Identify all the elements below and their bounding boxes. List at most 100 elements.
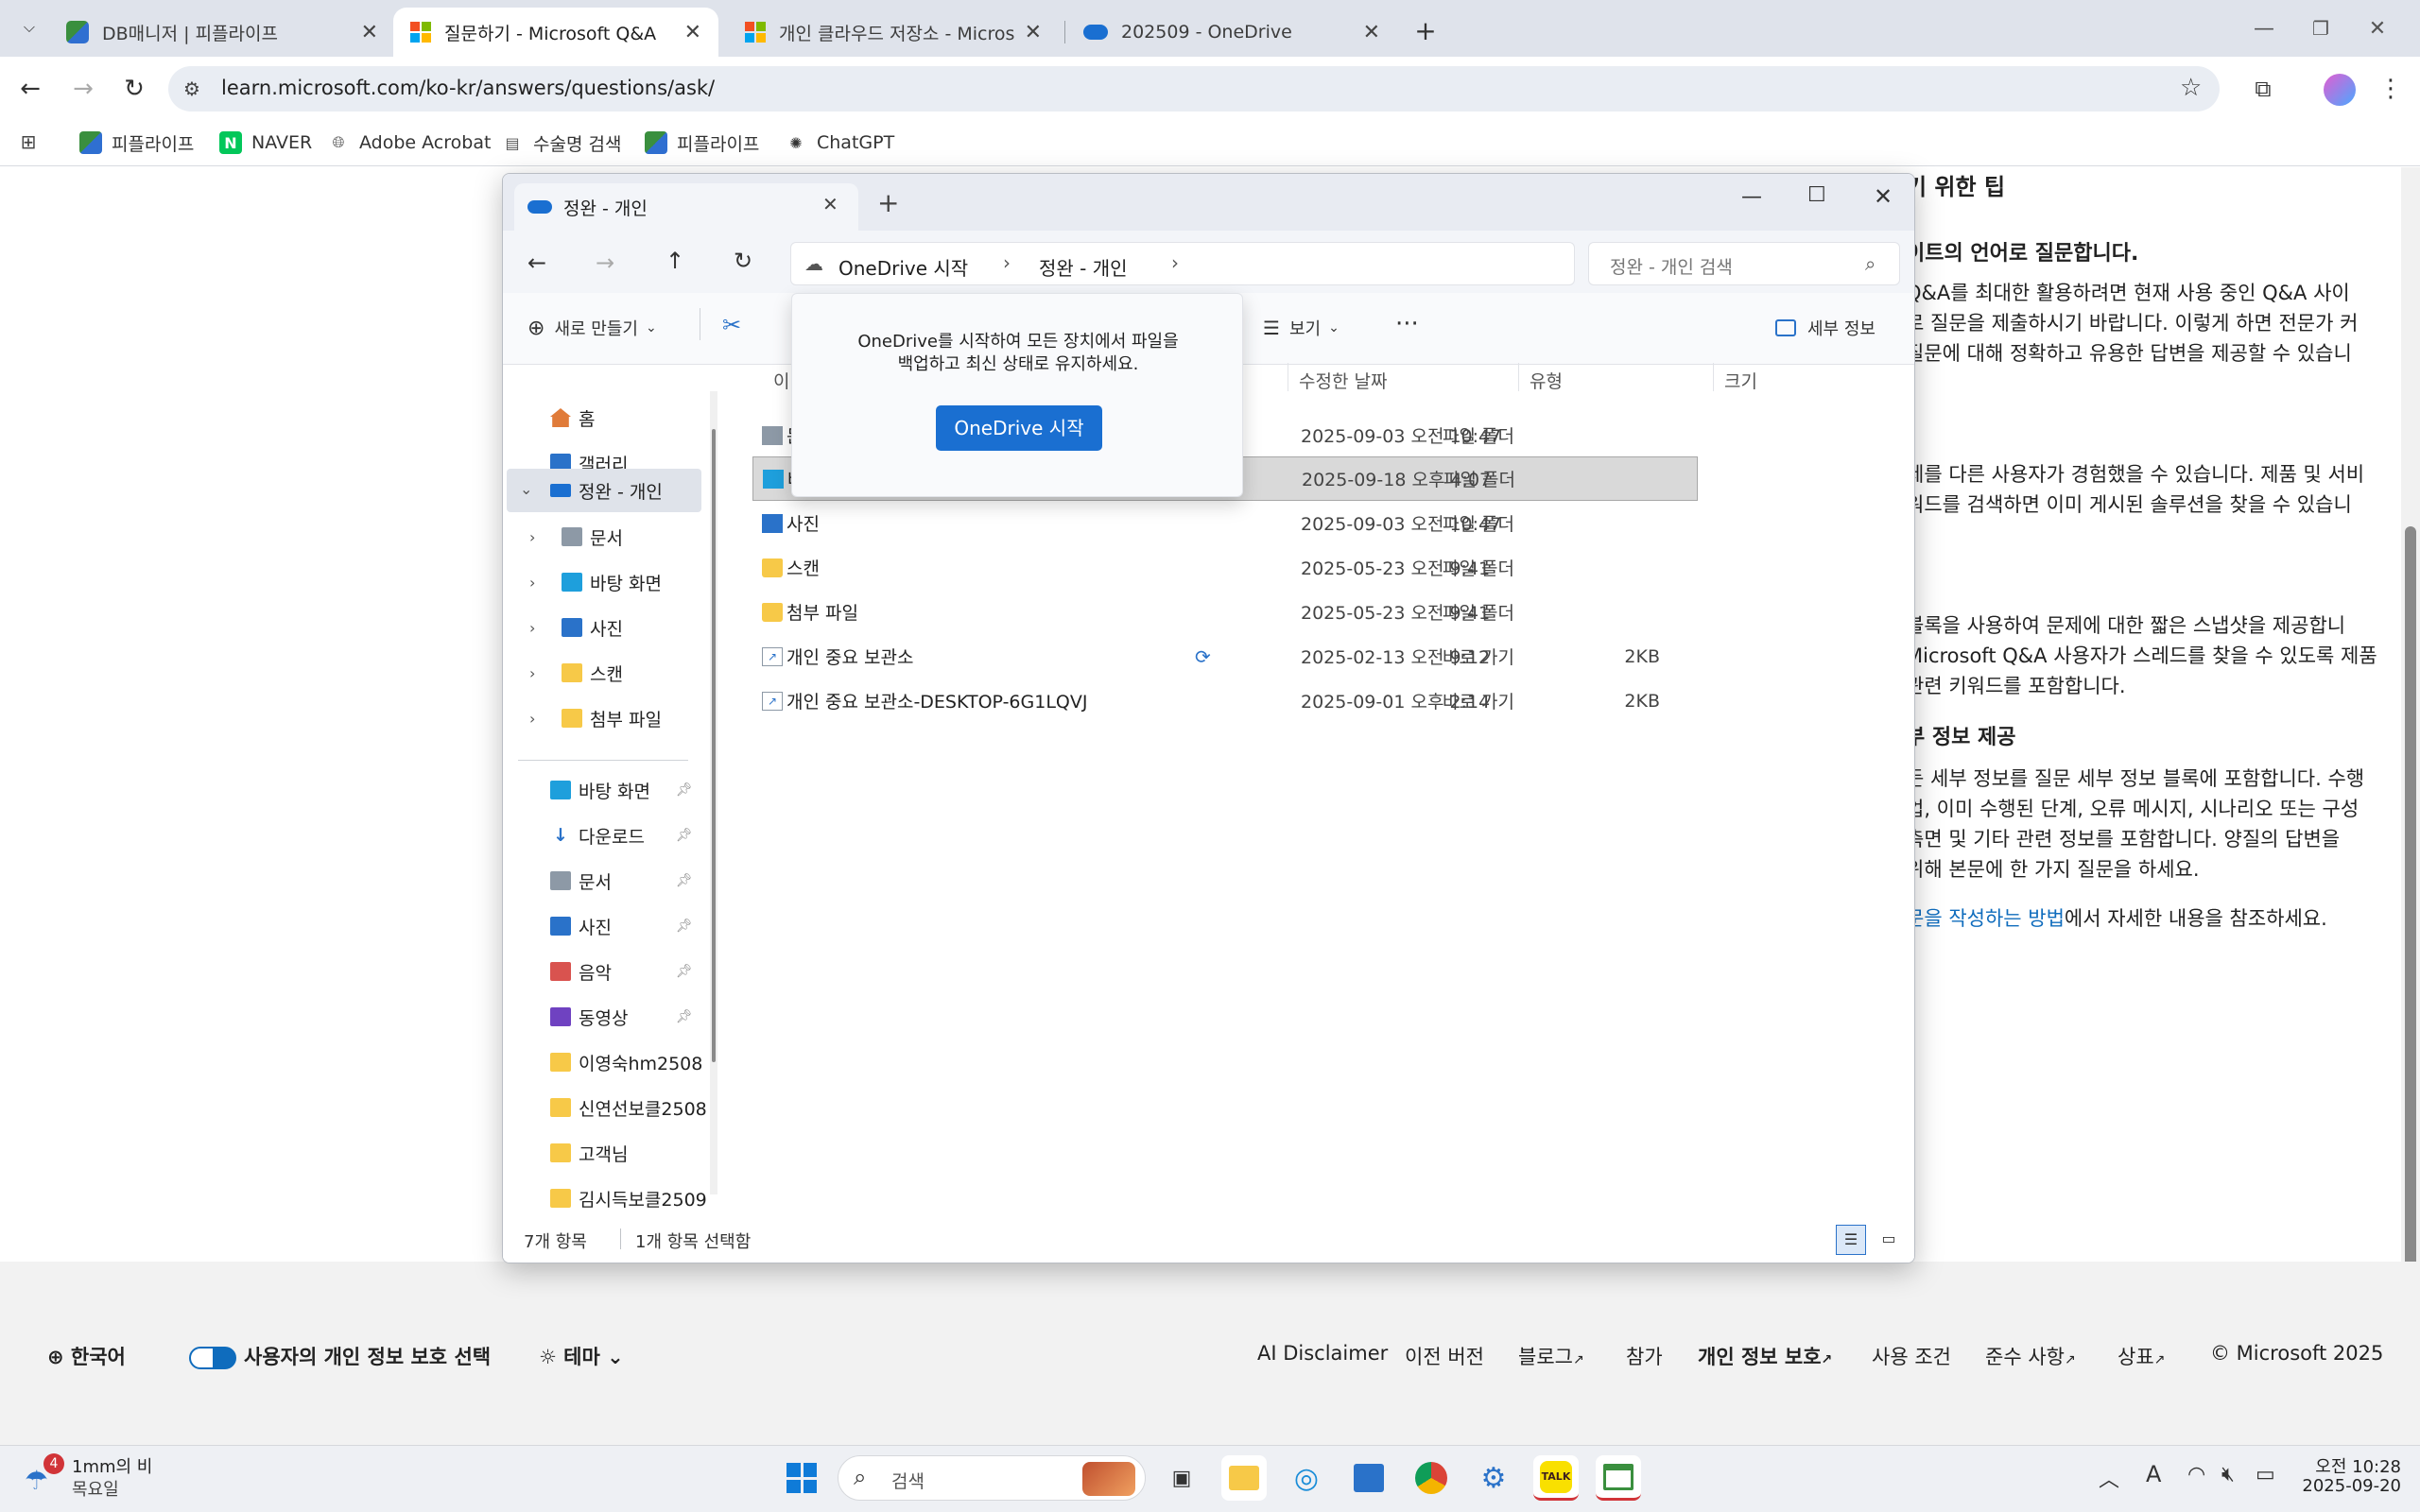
pin-icon[interactable]: 📌︎ xyxy=(676,1009,693,1024)
close-icon[interactable]: ✕ xyxy=(1363,21,1380,44)
quick-access-item[interactable]: 음악 📌︎ xyxy=(550,951,693,992)
pin-icon[interactable]: 📌︎ xyxy=(676,919,693,934)
nav-scrollbar[interactable] xyxy=(710,391,717,1194)
quick-access-item[interactable]: 신연선보클2508 xyxy=(550,1087,707,1128)
nav-item-onedrive[interactable]: ⌄ 정완 - 개인 xyxy=(507,469,701,512)
chevron-right-icon[interactable]: › xyxy=(529,664,535,682)
bookmark-item[interactable]: ✺ ChatGPT xyxy=(785,129,894,157)
column-header-name[interactable]: 이 xyxy=(773,368,789,393)
page-scrollbar[interactable] xyxy=(2401,167,2420,1445)
chevron-down-icon[interactable]: ⌄ xyxy=(520,480,532,498)
footer-link[interactable]: 참가 xyxy=(1626,1342,1663,1370)
new-button[interactable]: ⊕ 새로 만들기 ⌄ xyxy=(527,316,657,340)
nav-item-scan[interactable]: › 스캔 xyxy=(529,652,623,694)
chevron-right-icon[interactable]: › xyxy=(529,528,535,546)
back-arrow-icon[interactable]: ← xyxy=(13,72,47,106)
details-view-icon[interactable]: ☰ xyxy=(1836,1225,1866,1255)
column-header-modified[interactable]: 수정한 날짜 xyxy=(1299,368,1387,393)
chrome-icon[interactable] xyxy=(1409,1455,1454,1501)
theme-selector[interactable]: ☼ 테마 ⌄ xyxy=(539,1342,624,1370)
task-view-icon[interactable]: ▣ xyxy=(1159,1455,1204,1501)
close-icon[interactable]: ✕ xyxy=(361,21,378,44)
column-header-size[interactable]: 크기 xyxy=(1724,368,1757,393)
tab-onedrive[interactable]: 202509 - OneDrive ✕ xyxy=(1066,8,1397,57)
wifi-icon[interactable]: ◠ xyxy=(2187,1463,2205,1486)
file-explorer-app-icon[interactable] xyxy=(1221,1455,1267,1501)
nav-item-attachments[interactable]: › 첨부 파일 xyxy=(529,697,662,739)
apps-grid-icon[interactable]: ⊞ xyxy=(15,129,42,155)
footer-link[interactable]: AI Disclaimer xyxy=(1257,1342,1388,1365)
pin-icon[interactable]: 📌︎ xyxy=(676,828,693,843)
breadcrumb-item[interactable]: OneDrive 시작 xyxy=(838,253,968,281)
profile-avatar[interactable] xyxy=(2324,74,2356,106)
pin-icon[interactable]: 📌︎ xyxy=(676,873,693,888)
how-to-ask-link[interactable]: 문을 작성하는 방법 xyxy=(1906,907,2065,930)
minimize-button[interactable]: — xyxy=(2240,9,2288,47)
close-icon[interactable]: ✕ xyxy=(822,193,838,215)
close-window-button[interactable]: ✕ xyxy=(1874,183,1893,210)
scrollbar-thumb[interactable] xyxy=(712,429,716,1062)
volume-muted-icon[interactable]: 🔇︎ xyxy=(2221,1463,2235,1486)
bookmark-item[interactable]: 피플라이프 xyxy=(79,129,194,157)
tiles-view-icon[interactable]: ▭ xyxy=(1876,1225,1902,1255)
quick-access-item[interactable]: 이영숙hm2508 xyxy=(550,1041,702,1083)
privacy-choice-link[interactable]: 사용자의 개인 정보 보호 선택 xyxy=(189,1342,491,1370)
tab-cloud-storage[interactable]: 개인 클라우드 저장소 - Micros ✕ xyxy=(728,8,1059,57)
reload-icon[interactable]: ↻ xyxy=(117,72,151,106)
chevron-up-icon[interactable]: ︿ xyxy=(2099,1463,2119,1493)
kakaotalk-icon[interactable]: TALK xyxy=(1533,1455,1579,1501)
quick-access-item[interactable]: 김시득보클2509 xyxy=(550,1177,707,1219)
start-button[interactable] xyxy=(779,1455,824,1501)
footer-link[interactable]: 준수 사항↗ xyxy=(1985,1342,2076,1370)
explorer-search-box[interactable]: 정완 - 개인 검색 ⌕ xyxy=(1588,242,1900,285)
details-pane-button[interactable]: 세부 정보 xyxy=(1775,316,1876,340)
more-options-icon[interactable]: ··· xyxy=(1395,310,1419,338)
bookmark-item[interactable]: ▤ 수술명 검색 xyxy=(501,129,621,157)
pin-icon[interactable]: 📌︎ xyxy=(676,964,693,979)
weather-widget[interactable]: ☂ 4 xyxy=(25,1453,64,1497)
new-tab-button[interactable]: + xyxy=(877,187,899,218)
taskbar-search[interactable]: ⌕ 검색 xyxy=(838,1455,1146,1501)
chevron-right-icon[interactable]: › xyxy=(529,574,535,592)
store-icon[interactable] xyxy=(1346,1455,1392,1501)
up-arrow-icon[interactable]: ↑ xyxy=(666,248,684,274)
file-row[interactable]: ↗ 개인 중요 보관소-DESKTOP-6G1LQVJ 2025-09-01 오… xyxy=(752,679,1698,723)
quick-access-item[interactable]: 동영상 📌︎ xyxy=(550,996,693,1038)
chevron-right-icon[interactable]: › xyxy=(529,710,535,728)
bookmark-item[interactable]: N NAVER xyxy=(219,129,312,157)
nav-item-desktop[interactable]: › 바탕 화면 xyxy=(529,561,662,603)
footer-link[interactable]: 이전 버전 xyxy=(1405,1342,1484,1370)
bookmark-star-icon[interactable]: ☆ xyxy=(2180,74,2202,102)
edge-icon[interactable]: ◎ xyxy=(1284,1455,1329,1501)
app-window-icon[interactable] xyxy=(1596,1455,1641,1501)
settings-app-icon[interactable]: ⚙ xyxy=(1471,1455,1516,1501)
quick-access-item[interactable]: 고객님 xyxy=(550,1132,628,1174)
tab-qa-ask[interactable]: 질문하기 - Microsoft Q&A ✕ xyxy=(393,8,718,57)
site-settings-icon[interactable]: ⚙ xyxy=(183,77,200,100)
cut-icon[interactable]: ✂ xyxy=(722,312,741,338)
bookmark-item[interactable]: 🌐︎ Adobe Acrobat xyxy=(327,129,492,157)
extensions-icon[interactable]: ⧉ xyxy=(2246,72,2280,106)
close-window-button[interactable]: ✕ xyxy=(2354,9,2401,47)
close-icon[interactable]: ✕ xyxy=(684,21,701,44)
new-tab-button[interactable]: + xyxy=(1409,13,1443,47)
nav-item-documents[interactable]: › 문서 xyxy=(529,516,623,558)
explorer-tab[interactable]: 정완 - 개인 ✕ xyxy=(514,183,858,231)
onedrive-start-button[interactable]: OneDrive 시작 xyxy=(936,405,1102,451)
footer-link[interactable]: 개인 정보 보호↗ xyxy=(1698,1342,1832,1370)
tab-db-manager[interactable]: DB매니저 | 피플라이프 ✕ xyxy=(49,8,395,57)
restore-button[interactable]: ❐ xyxy=(2297,9,2344,47)
clock-time[interactable]: 오전 10:28 xyxy=(2310,1453,2401,1478)
footer-link[interactable]: 사용 조건 xyxy=(1872,1342,1951,1370)
footer-link[interactable]: 상표↗ xyxy=(2118,1342,2165,1370)
battery-icon[interactable]: ▭ xyxy=(2256,1463,2275,1486)
back-arrow-icon[interactable]: ← xyxy=(527,249,546,276)
refresh-icon[interactable]: ↻ xyxy=(734,248,752,274)
view-button[interactable]: ☰ 보기 ⌄ xyxy=(1263,316,1340,340)
quick-access-item[interactable]: 사진 📌︎ xyxy=(550,905,693,947)
forward-arrow-icon[interactable]: → xyxy=(66,72,100,106)
quick-access-item[interactable]: 문서 📌︎ xyxy=(550,860,693,902)
explorer-address-bar[interactable]: ☁ OneDrive 시작 › 정완 - 개인 › xyxy=(790,242,1575,285)
chevron-right-icon[interactable]: › xyxy=(1003,251,1011,274)
chevron-right-icon[interactable]: › xyxy=(529,619,535,637)
